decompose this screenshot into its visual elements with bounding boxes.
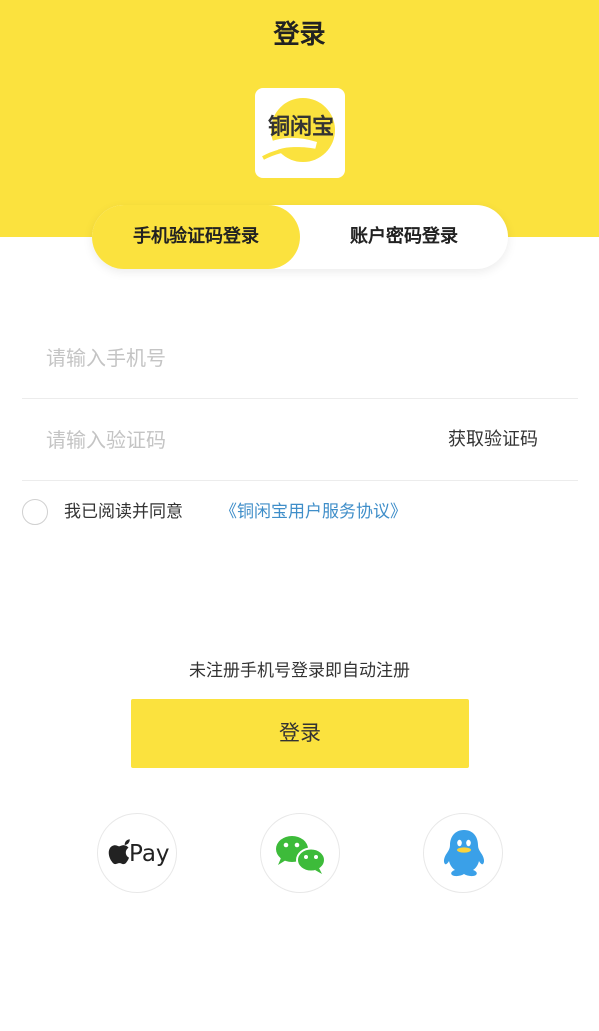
tongxianbao-logo-icon: 铜闲宝: [261, 98, 335, 162]
agreement-link[interactable]: 《铜闲宝用户服务协议》: [220, 497, 407, 527]
app-logo: 铜闲宝: [255, 88, 345, 178]
qq-login-button[interactable]: [423, 813, 503, 893]
phone-input[interactable]: [46, 317, 406, 399]
login-tabs: 手机验证码登录 账户密码登录: [92, 205, 508, 269]
agreement-checkbox[interactable]: [22, 499, 48, 525]
qq-icon: [443, 830, 485, 877]
tab-sms-login[interactable]: 手机验证码登录: [92, 205, 300, 269]
header: 登录 铜闲宝: [0, 0, 599, 237]
phone-field-row: [22, 317, 578, 399]
login-button[interactable]: 登录: [131, 699, 469, 768]
agreement-text: 我已阅读并同意: [64, 502, 183, 522]
page-title: 登录: [273, 20, 326, 50]
tab-password-login[interactable]: 账户密码登录: [300, 205, 508, 269]
wechat-login-button[interactable]: [260, 813, 340, 893]
logo-text: 铜闲宝: [268, 114, 334, 140]
get-code-button[interactable]: 获取验证码: [448, 399, 538, 481]
register-hint: 未注册手机号登录即自动注册: [189, 661, 410, 681]
verification-code-input[interactable]: [46, 399, 406, 481]
wechat-icon: [276, 836, 326, 874]
code-field-row: 获取验证码: [22, 399, 578, 481]
apple-pay-label: Pay: [129, 841, 170, 867]
apple-pay-login-button[interactable]: Pay: [97, 813, 177, 893]
